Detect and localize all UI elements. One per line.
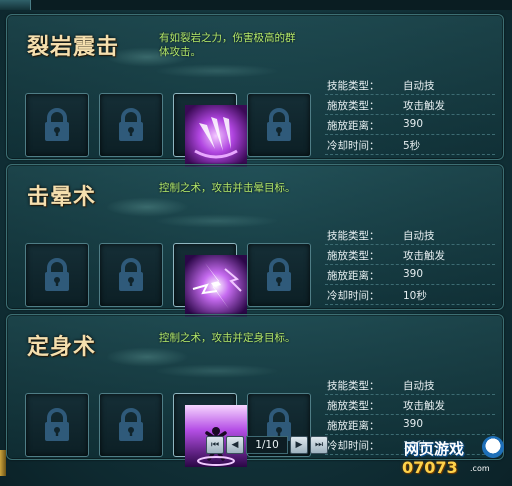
info-row-cooldown: 冷却时间： 5秒 — [325, 135, 495, 155]
skill-icon-slot[interactable] — [173, 243, 247, 317]
prev-page-button[interactable]: ◀ — [226, 436, 244, 454]
skill-panel-2: 击晕术 控制之术，攻击并击晕目标。 技能类型： 自动技 施放类型： 攻击触发 施… — [6, 164, 504, 317]
info-key: 施放类型： — [327, 400, 380, 412]
info-row-cast: 施放类型： 攻击触发 — [325, 245, 495, 265]
prev-page-icon: ◀ — [231, 440, 239, 450]
last-page-button[interactable]: ⏭ — [310, 436, 328, 454]
watermark-line3: .com — [470, 464, 490, 473]
skill-panel-1: 裂岩震击 有如裂岩之力，伤害极高的群体攻击。 技能类型： 自动技 施放类型： 攻… — [6, 14, 504, 167]
info-key: 冷却时间： — [327, 290, 380, 302]
locked-slot[interactable] — [247, 93, 311, 157]
lock-icon — [45, 108, 69, 141]
skill-description: 控制之术，攻击并击晕目标。 — [159, 182, 296, 194]
info-value: 攻击触发 — [403, 250, 445, 262]
locked-slot[interactable] — [99, 243, 163, 307]
info-value: 攻击触发 — [403, 400, 445, 412]
lock-icon — [45, 258, 69, 291]
info-value: 自动技 — [403, 380, 435, 392]
info-value: 10秒 — [403, 290, 427, 302]
info-row-type: 技能类型： 自动技 — [325, 75, 495, 95]
next-page-icon: ▶ — [295, 440, 303, 450]
skill-icon-slot[interactable] — [173, 93, 247, 167]
skill-description: 有如裂岩之力，伤害极高的群体攻击。 — [159, 32, 296, 58]
info-key: 施放类型： — [327, 250, 380, 262]
info-key: 技能类型： — [327, 380, 380, 392]
lock-icon — [119, 408, 143, 441]
info-key: 施放距离： — [327, 420, 380, 432]
info-key: 冷却时间： — [327, 440, 380, 452]
lock-icon — [267, 108, 291, 141]
claw-strike-icon — [185, 105, 247, 167]
info-row-cooldown: 冷却时间： 10秒 — [325, 285, 495, 305]
skill-description: 控制之术，攻击并定身目标。 — [159, 332, 296, 344]
info-key: 技能类型： — [327, 230, 380, 242]
pagination: ⏮ ◀ 1/10 ▶ ⏭ — [206, 436, 328, 454]
info-value: 390 — [403, 418, 424, 430]
lock-icon — [267, 258, 291, 291]
info-value: 自动技 — [403, 80, 435, 92]
lock-icon — [119, 258, 143, 291]
mascot-icon — [482, 436, 504, 458]
locked-slot[interactable] — [99, 93, 163, 157]
next-page-button[interactable]: ▶ — [290, 436, 308, 454]
locked-slot[interactable] — [25, 393, 89, 457]
info-row-cast: 施放类型： 攻击触发 — [325, 395, 495, 415]
info-key: 施放类型： — [327, 100, 380, 112]
info-value: 390 — [403, 268, 424, 280]
info-value: 5秒 — [403, 140, 421, 152]
info-row-cast: 施放类型： 攻击触发 — [325, 95, 495, 115]
info-value: 攻击触发 — [403, 100, 445, 112]
watermark-line1: 网页游戏 — [404, 440, 465, 458]
info-row-distance: 施放距离： 390 — [325, 115, 495, 135]
lock-icon — [119, 108, 143, 141]
locked-slot[interactable] — [25, 93, 89, 157]
info-row-distance: 施放距离： 390 — [325, 415, 495, 435]
first-page-icon: ⏮ — [210, 440, 220, 450]
info-key: 施放距离： — [327, 120, 380, 132]
info-key: 施放距离： — [327, 270, 380, 282]
page-indicator: 1/10 — [246, 436, 288, 454]
locked-slot[interactable] — [99, 393, 163, 457]
info-value: 自动技 — [403, 230, 435, 242]
skill-title: 裂岩震击 — [27, 34, 120, 60]
lock-icon — [45, 408, 69, 441]
locked-slot[interactable] — [25, 243, 89, 307]
info-row-type: 技能类型： 自动技 — [325, 225, 495, 245]
top-tab-button[interactable] — [0, 0, 31, 10]
watermark-line2: 07073 — [402, 458, 458, 477]
skill-title: 定身术 — [27, 334, 97, 360]
side-tab-handle[interactable] — [0, 450, 6, 476]
info-key: 冷却时间： — [327, 140, 380, 152]
info-value: 390 — [403, 118, 424, 130]
skill-title: 击晕术 — [27, 184, 97, 210]
info-row-distance: 施放距离： 390 — [325, 265, 495, 285]
skill-info-table: 技能类型： 自动技 施放类型： 攻击触发 施放距离： 390 冷却时间： 5秒 — [325, 75, 495, 155]
skill-info-table: 技能类型： 自动技 施放类型： 攻击触发 施放距离： 390 冷却时间： 10秒 — [325, 225, 495, 305]
info-key: 技能类型： — [327, 80, 380, 92]
first-page-button[interactable]: ⏮ — [206, 436, 224, 454]
locked-slot[interactable] — [247, 243, 311, 307]
info-row-type: 技能类型： 自动技 — [325, 375, 495, 395]
top-bar — [0, 0, 512, 10]
lightning-stun-icon — [185, 255, 247, 317]
site-watermark-logo: 网页游戏 07073 .com — [402, 436, 508, 482]
last-page-icon: ⏭ — [314, 440, 324, 450]
